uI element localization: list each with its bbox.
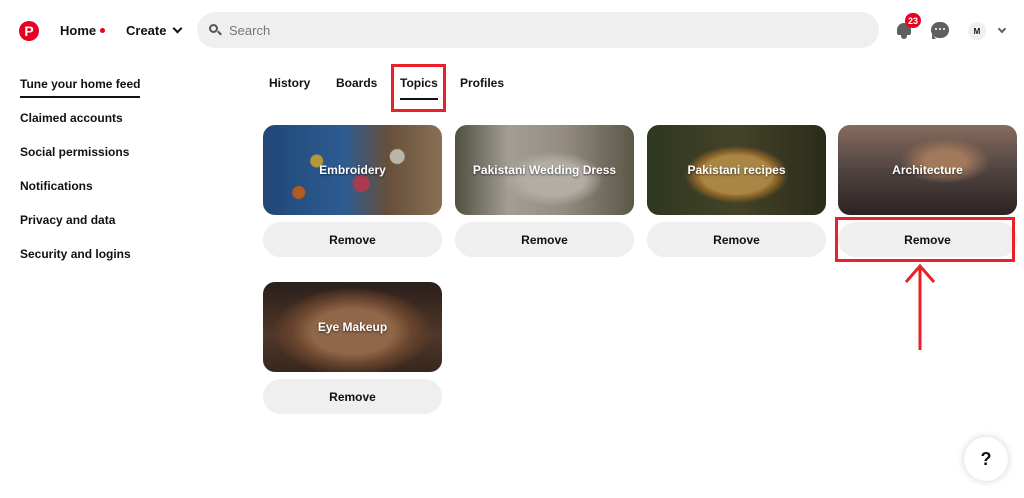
help-button[interactable]: ? xyxy=(964,437,1008,481)
topic-thumbnail[interactable]: Pakistani Wedding Dress xyxy=(455,125,634,215)
pinterest-logo-icon[interactable]: P xyxy=(19,21,39,41)
topic-card-architecture: Architecture Remove xyxy=(838,125,1017,257)
account-chevron-down-icon[interactable] xyxy=(997,24,1007,34)
search-input[interactable] xyxy=(229,22,829,38)
topic-title: Eye Makeup xyxy=(317,320,388,334)
topic-title: Architecture xyxy=(892,163,963,177)
create-menu-button[interactable]: Create xyxy=(126,23,183,38)
home-nav-link[interactable]: Home xyxy=(60,23,106,38)
topic-title: Pakistani Wedding Dress xyxy=(472,163,617,177)
highlight-box-remove-button xyxy=(835,217,1015,262)
remove-button[interactable]: Remove xyxy=(647,222,826,257)
settings-sidebar: Tune your home feed Claimed accounts Soc… xyxy=(20,76,220,280)
topic-title: Embroidery xyxy=(319,163,386,177)
tab-history[interactable]: History xyxy=(269,76,310,90)
highlight-box-topics-tab xyxy=(391,64,446,112)
tab-boards[interactable]: Boards xyxy=(336,76,377,90)
topic-card-eye-makeup: Eye Makeup Remove xyxy=(263,282,442,414)
messages-icon-tail xyxy=(932,34,936,39)
home-new-dot-icon xyxy=(100,28,106,33)
remove-button[interactable]: Remove xyxy=(455,222,634,257)
annotation-arrow-up-icon xyxy=(904,263,936,350)
messages-icon-dots xyxy=(935,28,945,30)
sidebar-item-privacy-data[interactable]: Privacy and data xyxy=(20,212,220,246)
create-label: Create xyxy=(126,23,167,38)
profile-avatar[interactable]: M xyxy=(968,22,986,40)
topic-thumbnail[interactable]: Architecture xyxy=(838,125,1017,215)
home-label: Home xyxy=(60,23,97,38)
topic-card-embroidery: Embroidery Remove xyxy=(263,125,442,257)
topic-title: Pakistani recipes xyxy=(687,163,786,177)
topic-thumbnail[interactable]: Pakistani recipes xyxy=(647,125,826,215)
chevron-down-icon xyxy=(173,23,183,34)
topic-card-pakistani-wedding-dress: Pakistani Wedding Dress Remove xyxy=(455,125,634,257)
search-bar[interactable] xyxy=(197,12,879,48)
sidebar-item-tune-home-feed[interactable]: Tune your home feed xyxy=(20,76,220,110)
search-icon xyxy=(209,24,222,36)
notification-count-badge: 23 xyxy=(905,13,922,28)
sidebar-item-security-logins[interactable]: Security and logins xyxy=(20,246,220,280)
topic-thumbnail[interactable]: Eye Makeup xyxy=(263,282,442,372)
top-navigation-bar: P Home Create 23 M xyxy=(0,0,1024,60)
sidebar-item-social-permissions[interactable]: Social permissions xyxy=(20,144,220,178)
topic-card-pakistani-recipes: Pakistani recipes Remove xyxy=(647,125,826,257)
sidebar-item-notifications[interactable]: Notifications xyxy=(20,178,220,212)
remove-button[interactable]: Remove xyxy=(263,222,442,257)
remove-button[interactable]: Remove xyxy=(263,379,442,414)
tab-profiles[interactable]: Profiles xyxy=(460,76,504,90)
topic-thumbnail[interactable]: Embroidery xyxy=(263,125,442,215)
sidebar-item-claimed-accounts[interactable]: Claimed accounts xyxy=(20,110,220,144)
